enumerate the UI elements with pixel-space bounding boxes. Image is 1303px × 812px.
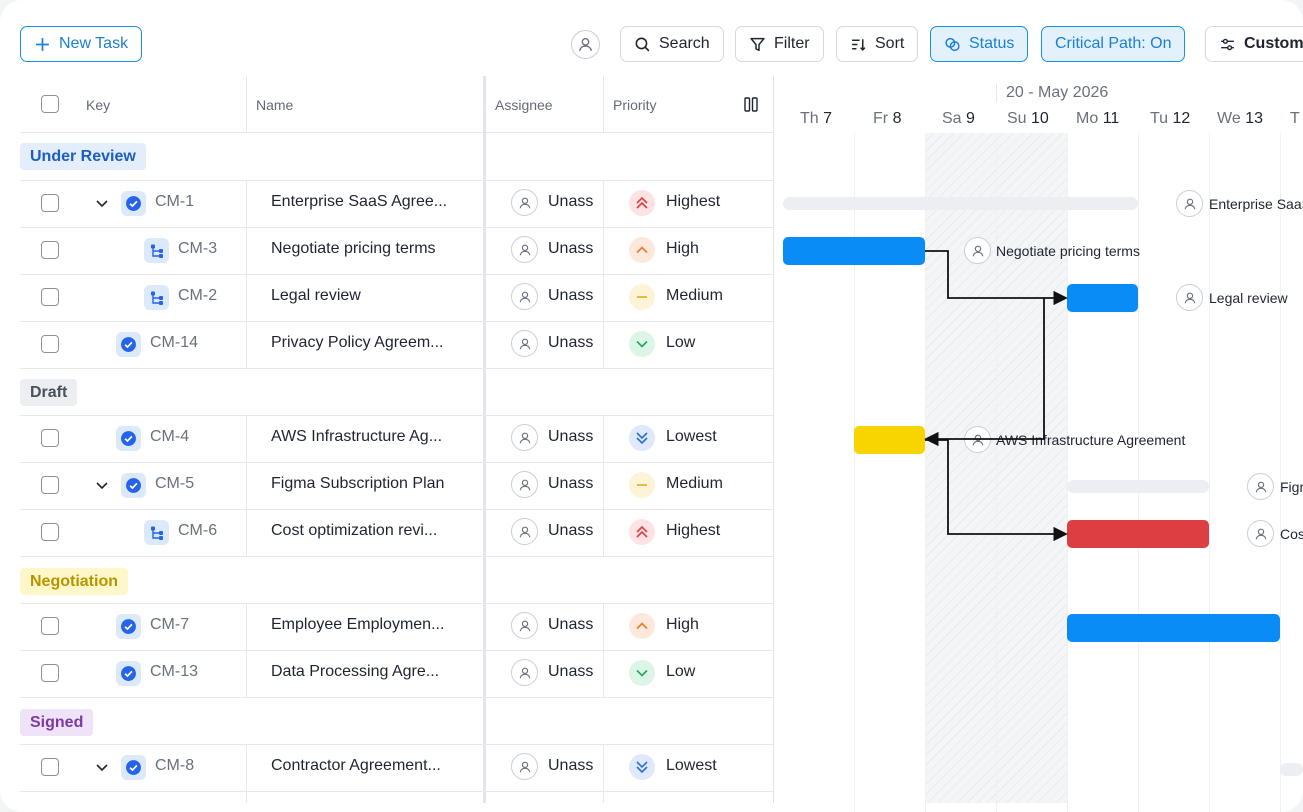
app-window: New Task Search Filter Sort Status Criti… [0,0,1303,812]
dependency-links [924,250,1068,542]
dependency-arrow [925,439,1068,542]
dependency-arrow [925,250,1068,306]
dependency-arrow [924,298,1045,447]
